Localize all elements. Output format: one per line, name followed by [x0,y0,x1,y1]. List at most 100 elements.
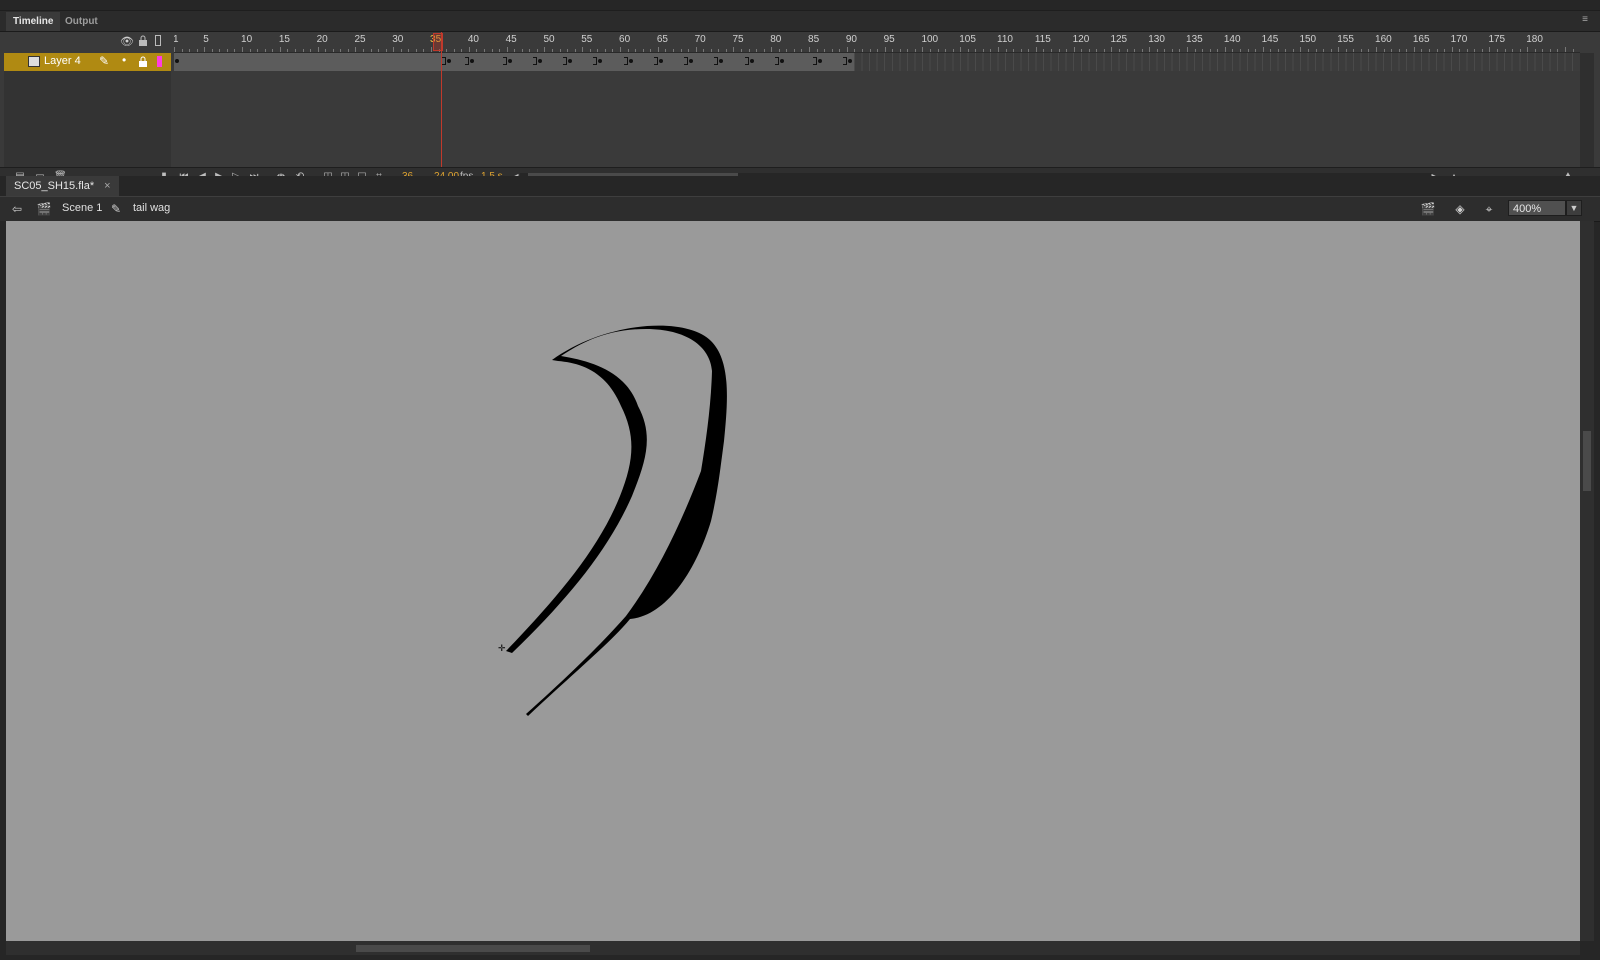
stage-canvas[interactable]: ✛ [6,221,1580,941]
edit-symbol-icon[interactable]: ◈ [1452,201,1468,217]
ruler-tick [778,49,780,52]
ruler-tick [491,49,493,52]
keyframe[interactable] [568,59,573,63]
ruler-tick [1534,49,1536,52]
ruler-label: 10 [241,34,253,45]
ruler-label: 40 [467,34,479,45]
ruler-tick [552,49,553,52]
ruler-tick [952,49,954,52]
ruler-label: 75 [732,34,744,45]
eye-icon[interactable]: 👁 [120,35,134,48]
ruler-tick [1300,47,1302,52]
ruler-tick [967,49,969,52]
playhead[interactable] [433,33,443,51]
breadcrumb-symbol[interactable]: tail wag [133,202,170,214]
zoom-input[interactable]: 400% [1508,200,1566,216]
ruler-tick [1111,47,1113,52]
ruler-tick [718,49,720,52]
ruler-tick [1073,47,1075,52]
ruler-tick [249,49,251,52]
ruler-label: 15 [278,34,290,45]
ruler-tick [1572,49,1574,52]
ruler-tick [725,49,727,52]
stage-vertical-scrollbar[interactable] [1580,221,1594,941]
ruler-tick [302,49,304,52]
ruler-label: 55 [581,34,593,45]
panel-menu-icon[interactable]: ≡ [1578,13,1592,27]
edit-bar: ⇦ 🎬 Scene 1 ✎ tail wag 🎬 ◈ ⌖ 400% ▼ [0,196,1600,222]
lock-icon[interactable] [138,35,148,50]
frames-row[interactable] [174,53,1580,71]
keyframe[interactable] [469,59,474,63]
layer-name[interactable]: Layer 4 [44,55,81,67]
timeline-vertical-scrollbar[interactable] [1580,53,1594,167]
ruler-tick [665,49,667,52]
ruler-tick [982,49,984,52]
keyframe[interactable] [537,59,542,63]
ruler-tick [1255,49,1257,52]
ruler-tick [211,49,213,52]
ruler-tick [1436,49,1438,52]
ruler-tick [393,47,395,52]
ruler-tick [1179,49,1181,52]
back-arrow-icon[interactable]: ⇦ [9,201,25,217]
ruler-tick [733,47,735,52]
ruler-tick [461,49,463,52]
tab-output[interactable]: Output [58,12,105,31]
ruler-tick [892,49,894,52]
keyframe[interactable] [447,59,452,63]
center-stage-icon[interactable]: ⌖ [1481,201,1497,217]
ruler-label: 30 [392,34,404,45]
keyframe[interactable] [779,59,784,63]
ruler-tick [831,49,833,52]
keyframe[interactable] [628,59,633,63]
keyframe[interactable] [175,59,179,63]
ruler-label: 155 [1337,34,1354,45]
chevron-down-icon[interactable]: ▼ [1566,200,1582,216]
edit-scene-icon[interactable]: 🎬 [1420,201,1436,217]
keyframe[interactable] [689,59,694,63]
lock-layer-icon[interactable] [138,56,148,71]
stage-horizontal-scrollbar[interactable] [6,941,1580,955]
ruler-tick [922,47,924,52]
frame-ruler[interactable]: 1510152025303540455055606570758085909510… [174,32,1580,53]
ruler-tick [1413,47,1415,52]
ruler-tick [627,49,629,52]
keyframe[interactable] [719,59,724,63]
ruler-tick [710,49,712,52]
document-tab[interactable]: SC05_SH15.fla* × [6,176,119,196]
ruler-tick [279,47,281,52]
timeline-panel: Timeline Output ≡ 👁 15101520253035404550… [0,10,1600,188]
stage-hscroll-thumb[interactable] [356,945,590,952]
ruler-tick [529,49,531,52]
frame-span-end [464,57,469,65]
outline-icon[interactable] [155,35,161,46]
keyframe[interactable] [507,59,512,63]
ruler-tick [612,49,614,52]
keyframe[interactable] [817,59,822,63]
ruler-tick [1368,49,1370,52]
ruler-tick [257,49,259,52]
ruler-tick [332,49,334,52]
keyframe[interactable] [749,59,754,63]
ruler-tick [688,49,690,52]
layer-outline-color[interactable] [157,56,162,67]
keyframe[interactable] [658,59,663,63]
keyframe[interactable] [598,59,603,63]
document-tab-bar: SC05_SH15.fla* × [0,176,1600,196]
breadcrumb-scene[interactable]: Scene 1 [62,202,102,214]
ruler-tick [340,49,342,52]
ruler-label: 120 [1072,34,1090,45]
frames-empty-area[interactable] [174,71,1580,167]
tail-stroke[interactable] [506,325,727,716]
ruler-tick [620,47,622,52]
stage-vscroll-thumb[interactable] [1583,431,1591,491]
ruler-tick [1565,47,1567,52]
empty-frames[interactable] [854,53,1580,71]
keyframe[interactable] [847,59,852,63]
layer-row[interactable]: Layer 4 ✎ • [4,53,171,71]
tab-timeline[interactable]: Timeline [6,12,61,31]
visibility-dot-icon[interactable]: • [122,53,126,67]
tail-drawing[interactable]: ✛ [6,221,1580,941]
close-icon[interactable]: × [104,180,110,192]
